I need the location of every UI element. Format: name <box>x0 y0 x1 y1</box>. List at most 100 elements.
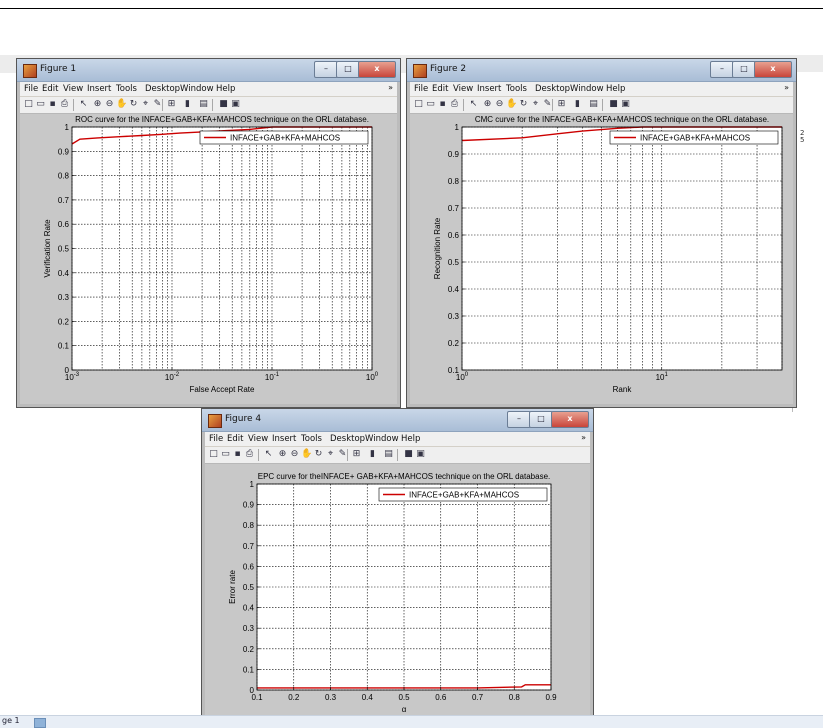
save-icon[interactable]: ▪ <box>47 99 58 110</box>
menu-tools[interactable]: Tools <box>301 434 322 444</box>
menu-view[interactable]: View <box>63 84 83 94</box>
pointer-icon[interactable]: ↖ <box>263 449 274 460</box>
colorbar-icon[interactable]: ▮ <box>572 99 583 110</box>
rotate-icon[interactable]: ↻ <box>313 449 324 460</box>
zoom-in-icon[interactable]: ⊕ <box>92 99 103 110</box>
menu-edit[interactable]: Edit <box>227 434 243 444</box>
print-icon[interactable]: ⎙ <box>244 449 255 460</box>
link-icon[interactable]: ⊞ <box>556 99 567 110</box>
data-cursor-icon[interactable]: ⌖ <box>325 449 336 460</box>
zoom-out-icon[interactable]: ⊖ <box>289 449 300 460</box>
pointer-icon[interactable]: ↖ <box>78 99 89 110</box>
save-icon[interactable]: ▪ <box>232 449 243 460</box>
toolbar-separator <box>552 99 553 111</box>
open-icon[interactable]: ▭ <box>425 99 436 110</box>
minimize-button[interactable]: – <box>314 61 338 78</box>
rotate-icon[interactable]: ↻ <box>518 99 529 110</box>
pan-icon[interactable]: ✋ <box>116 99 127 110</box>
maximize-button[interactable]: □ <box>529 411 553 428</box>
legend-icon[interactable]: ▤ <box>383 449 394 460</box>
pointer-icon[interactable]: ↖ <box>468 99 479 110</box>
hide-plot-tools-icon[interactable]: ■ <box>403 449 414 460</box>
show-plot-tools-icon[interactable]: ▣ <box>620 99 631 110</box>
menu-overflow-icon[interactable]: » <box>388 83 393 92</box>
open-icon[interactable]: ▭ <box>220 449 231 460</box>
legend-icon[interactable]: ▤ <box>588 99 599 110</box>
figure-toolbar: □ ▭ ▪ ⎙ ↖ ⊕ ⊖ ✋ ↻ ⌖ ✎ ⊞ ▮ ▤ ■ ▣ <box>20 97 397 114</box>
title-bar[interactable]: Figure 4 – □ x <box>202 409 593 432</box>
zoom-out-icon[interactable]: ⊖ <box>494 99 505 110</box>
menu-window[interactable]: Window <box>180 84 214 94</box>
minimize-button[interactable]: – <box>710 61 734 78</box>
new-icon[interactable]: □ <box>413 99 424 110</box>
page-indicator: ge 1 <box>2 716 20 725</box>
pan-icon[interactable]: ✋ <box>301 449 312 460</box>
colorbar-icon[interactable]: ▮ <box>182 99 193 110</box>
menu-desktop[interactable]: Desktop <box>145 84 180 94</box>
close-button[interactable]: x <box>358 61 396 78</box>
show-plot-tools-icon[interactable]: ▣ <box>230 99 241 110</box>
menu-window[interactable]: Window <box>365 434 399 444</box>
background-edge-text: 25 <box>800 129 805 144</box>
data-cursor-icon[interactable]: ⌖ <box>140 99 151 110</box>
menu-file[interactable]: File <box>414 84 428 94</box>
hide-plot-tools-icon[interactable]: ■ <box>218 99 229 110</box>
new-icon[interactable]: □ <box>23 99 34 110</box>
title-bar[interactable]: Figure 1 – □ x <box>17 59 400 82</box>
menu-insert[interactable]: Insert <box>87 84 111 94</box>
figure-window-2[interactable]: Figure 2 – □ x File Edit View Insert Tools De… <box>406 58 797 408</box>
menu-file[interactable]: File <box>24 84 38 94</box>
tick-label: 0.6 <box>58 220 70 229</box>
menu-file[interactable]: File <box>209 434 223 444</box>
title-bar[interactable]: Figure 2 – □ x <box>407 59 796 82</box>
menu-insert[interactable]: Insert <box>272 434 296 444</box>
tick-label: 0.4 <box>448 285 460 294</box>
menu-overflow-icon[interactable]: » <box>581 433 586 442</box>
hide-plot-tools-icon[interactable]: ■ <box>608 99 619 110</box>
minimize-button[interactable]: – <box>507 411 531 428</box>
status-bar: ge 1 <box>0 715 823 728</box>
zoom-out-icon[interactable]: ⊖ <box>104 99 115 110</box>
menu-help[interactable]: Help <box>216 84 235 94</box>
menu-view[interactable]: View <box>248 434 268 444</box>
data-cursor-icon[interactable]: ⌖ <box>530 99 541 110</box>
menu-help[interactable]: Help <box>401 434 420 444</box>
menu-view[interactable]: View <box>453 84 473 94</box>
colorbar-icon[interactable]: ▮ <box>367 449 378 460</box>
menu-window[interactable]: Window <box>570 84 604 94</box>
rotate-icon[interactable]: ↻ <box>128 99 139 110</box>
legend-icon[interactable]: ▤ <box>198 99 209 110</box>
close-button[interactable]: x <box>754 61 792 78</box>
figure-window-4[interactable]: Figure 4 – □ x File Edit View Insert Tools De… <box>201 408 594 724</box>
menu-edit[interactable]: Edit <box>42 84 58 94</box>
legend-label: INFACE+GAB+KFA+MAHCOS <box>640 134 750 143</box>
new-icon[interactable]: □ <box>208 449 219 460</box>
menu-insert[interactable]: Insert <box>477 84 501 94</box>
zoom-in-icon[interactable]: ⊕ <box>277 449 288 460</box>
menu-help[interactable]: Help <box>606 84 625 94</box>
save-icon[interactable]: ▪ <box>437 99 448 110</box>
maximize-button[interactable]: □ <box>336 61 360 78</box>
menu-edit[interactable]: Edit <box>432 84 448 94</box>
x-axis-label: Rank <box>613 385 633 394</box>
show-plot-tools-icon[interactable]: ▣ <box>415 449 426 460</box>
maximize-button[interactable]: □ <box>732 61 756 78</box>
link-icon[interactable]: ⊞ <box>351 449 362 460</box>
print-icon[interactable]: ⎙ <box>59 99 70 110</box>
figure-window-1[interactable]: Figure 1 – □ x File Edit View Insert Tools De… <box>16 58 401 408</box>
open-icon[interactable]: ▭ <box>35 99 46 110</box>
menu-tools[interactable]: Tools <box>116 84 137 94</box>
tick-label: 101 <box>656 372 669 382</box>
zoom-in-icon[interactable]: ⊕ <box>482 99 493 110</box>
pan-icon[interactable]: ✋ <box>506 99 517 110</box>
tick-label: 0.5 <box>398 693 410 702</box>
close-button[interactable]: x <box>551 411 589 428</box>
tick-label: 100 <box>366 372 379 382</box>
link-icon[interactable]: ⊞ <box>166 99 177 110</box>
menu-desktop[interactable]: Desktop <box>330 434 365 444</box>
menu-tools[interactable]: Tools <box>506 84 527 94</box>
menu-overflow-icon[interactable]: » <box>784 83 789 92</box>
print-icon[interactable]: ⎙ <box>449 99 460 110</box>
menu-desktop[interactable]: Desktop <box>535 84 570 94</box>
matlab-figure-icon <box>208 414 222 428</box>
